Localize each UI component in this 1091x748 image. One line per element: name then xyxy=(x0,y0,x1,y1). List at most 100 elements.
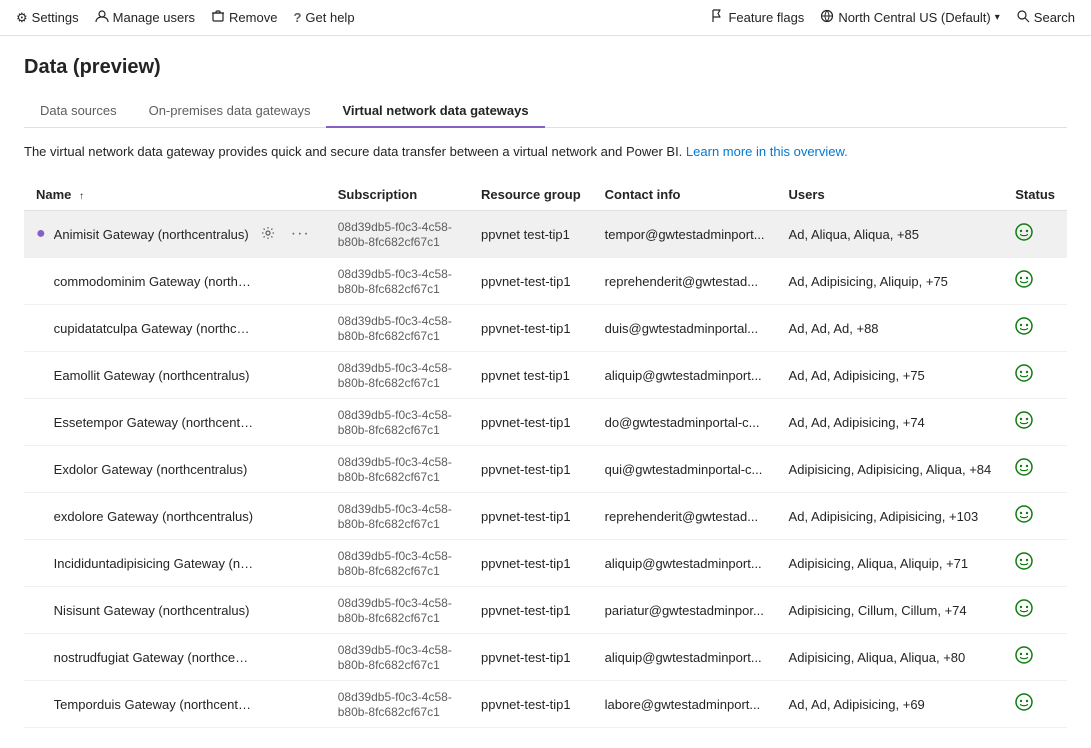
table-row[interactable]: ● exdolore Gateway (northcentralus) 08d3… xyxy=(24,493,1067,540)
resource-group-value: ppvnet test-tip1 xyxy=(481,227,570,242)
subscription-cell: 08d39db5-f0c3-4c58-b80b-8fc682cf67c1 xyxy=(326,258,469,305)
users-cell: Ad, Ad, Ad, +88 xyxy=(777,305,1004,352)
tab-vnet[interactable]: Virtual network data gateways xyxy=(326,95,544,128)
status-cell xyxy=(1003,587,1067,634)
contact-info-cell: labore@gwtestadminport... xyxy=(593,681,777,728)
table-body: ● Animisit Gateway (northcentralus) ··· … xyxy=(24,211,1067,728)
contact-info-value: pariatur@gwtestadminpor... xyxy=(605,603,764,618)
contact-info-cell: aliquip@gwtestadminport... xyxy=(593,634,777,681)
subscription-value: 08d39db5-f0c3-4c58-b80b-8fc682cf67c1 xyxy=(338,361,452,390)
header-row: Name ↑ Subscription Resource group Conta… xyxy=(24,179,1067,211)
table-row[interactable]: ● nostrudfugiat Gateway (northcentralus)… xyxy=(24,634,1067,681)
users-cell: Adipisicing, Aliqua, Aliqua, +80 xyxy=(777,634,1004,681)
table-row[interactable]: ● cupidatatculpa Gateway (northcentralus… xyxy=(24,305,1067,352)
name-cell: ● Nisisunt Gateway (northcentralus) xyxy=(24,587,326,634)
table-row[interactable]: ● Temporduis Gateway (northcentralus) 08… xyxy=(24,681,1067,728)
resource-group-cell: ppvnet-test-tip1 xyxy=(469,446,593,493)
get-help-label: Get help xyxy=(305,10,354,25)
name-cell: ● nostrudfugiat Gateway (northcentralus) xyxy=(24,634,326,681)
resource-group-value: ppvnet-test-tip1 xyxy=(481,697,571,712)
settings-menu-item[interactable]: ⚙ Settings xyxy=(16,10,79,26)
subscription-value: 08d39db5-f0c3-4c58-b80b-8fc682cf67c1 xyxy=(338,690,452,719)
status-icon xyxy=(1015,510,1033,527)
contact-info-cell: tempor@gwtestadminport... xyxy=(593,211,777,258)
users-value: Ad, Aliqua, Aliqua, +85 xyxy=(789,227,919,242)
subscription-cell: 08d39db5-f0c3-4c58-b80b-8fc682cf67c1 xyxy=(326,587,469,634)
table-row[interactable]: ● Nisisunt Gateway (northcentralus) 08d3… xyxy=(24,587,1067,634)
table-row[interactable]: ● Essetempor Gateway (northcentralus) 08… xyxy=(24,399,1067,446)
subscription-value: 08d39db5-f0c3-4c58-b80b-8fc682cf67c1 xyxy=(338,596,452,625)
users-value: Adipisicing, Adipisicing, Aliqua, +84 xyxy=(789,462,992,477)
col-name-header[interactable]: Name ↑ xyxy=(24,179,326,211)
table-row[interactable]: ● Eamollit Gateway (northcentralus) 08d3… xyxy=(24,352,1067,399)
region-item[interactable]: North Central US (Default) ▾ xyxy=(820,9,999,26)
contact-info-value: aliquip@gwtestadminport... xyxy=(605,650,762,665)
subscription-cell: 08d39db5-f0c3-4c58-b80b-8fc682cf67c1 xyxy=(326,634,469,681)
subscription-value: 08d39db5-f0c3-4c58-b80b-8fc682cf67c1 xyxy=(338,455,452,484)
unselected-gateway-icon: ● xyxy=(36,460,46,478)
unselected-gateway-icon: ● xyxy=(36,554,46,572)
resource-group-value: ppvnet-test-tip1 xyxy=(481,321,571,336)
search-item[interactable]: Search xyxy=(1016,9,1075,26)
tab-on-premises[interactable]: On-premises data gateways xyxy=(133,95,327,128)
get-help-icon: ? xyxy=(293,10,301,25)
gateways-table: Name ↑ Subscription Resource group Conta… xyxy=(24,179,1067,728)
name-cell: ● Temporduis Gateway (northcentralus) xyxy=(24,681,326,728)
users-cell: Adipisicing, Cillum, Cillum, +74 xyxy=(777,587,1004,634)
manage-users-menu-item[interactable]: Manage users xyxy=(95,9,195,26)
contact-info-value: labore@gwtestadminport... xyxy=(605,697,761,712)
selected-gateway-icon: ● xyxy=(36,225,46,243)
resource-group-value: ppvnet-test-tip1 xyxy=(481,650,571,665)
status-icon xyxy=(1015,604,1033,621)
contact-info-value: qui@gwtestadminportal-c... xyxy=(605,462,763,477)
tab-data-sources[interactable]: Data sources xyxy=(24,95,133,128)
status-cell xyxy=(1003,399,1067,446)
resource-group-cell: ppvnet-test-tip1 xyxy=(469,258,593,305)
get-help-menu-item[interactable]: ? Get help xyxy=(293,10,354,25)
unselected-gateway-icon: ● xyxy=(36,366,46,384)
name-cell: ● cupidatatculpa Gateway (northcentralus… xyxy=(24,305,326,352)
contact-info-value: do@gwtestadminportal-c... xyxy=(605,415,760,430)
contact-info-cell: reprehenderit@gwtestad... xyxy=(593,493,777,540)
region-label: North Central US (Default) xyxy=(838,10,990,25)
gateway-name: commodominim Gateway (northcentra... xyxy=(54,274,254,289)
unselected-gateway-icon: ● xyxy=(36,695,46,713)
name-cell: ● exdolore Gateway (northcentralus) xyxy=(24,493,326,540)
name-cell: ● Eamollit Gateway (northcentralus) xyxy=(24,352,326,399)
info-text-content: The virtual network data gateway provide… xyxy=(24,144,682,159)
users-value: Ad, Ad, Adipisicing, +75 xyxy=(789,368,925,383)
contact-info-value: duis@gwtestadminportal... xyxy=(605,321,758,336)
info-text-link[interactable]: Learn more in this overview. xyxy=(686,144,848,159)
settings-icon: ⚙ xyxy=(16,10,28,26)
gateway-name: nostrudfugiat Gateway (northcentralus) xyxy=(54,650,254,665)
resource-group-cell: ppvnet-test-tip1 xyxy=(469,634,593,681)
unselected-gateway-icon: ● xyxy=(36,272,46,290)
resource-group-value: ppvnet-test-tip1 xyxy=(481,556,571,571)
resource-group-value: ppvnet-test-tip1 xyxy=(481,603,571,618)
top-bar-left: ⚙ Settings Manage users Remove ? Get hel… xyxy=(16,9,355,26)
row-more-button[interactable]: ··· xyxy=(287,224,314,244)
search-label: Search xyxy=(1034,10,1075,25)
name-cell: ● commodominim Gateway (northcentra... xyxy=(24,258,326,305)
row-settings-button[interactable] xyxy=(257,224,279,245)
subscription-value: 08d39db5-f0c3-4c58-b80b-8fc682cf67c1 xyxy=(338,643,452,672)
status-cell xyxy=(1003,540,1067,587)
users-cell: Ad, Aliqua, Aliqua, +85 xyxy=(777,211,1004,258)
users-cell: Ad, Ad, Adipisicing, +69 xyxy=(777,681,1004,728)
feature-flags-item[interactable]: Feature flags xyxy=(710,9,804,26)
resource-group-cell: ppvnet-test-tip1 xyxy=(469,587,593,634)
table-row[interactable]: ● Exdolor Gateway (northcentralus) 08d39… xyxy=(24,446,1067,493)
status-cell xyxy=(1003,305,1067,352)
info-text: The virtual network data gateway provide… xyxy=(24,144,1067,159)
status-icon xyxy=(1015,275,1033,292)
region-chevron-icon: ▾ xyxy=(995,12,1000,23)
table-row[interactable]: ● commodominim Gateway (northcentra... 0… xyxy=(24,258,1067,305)
remove-menu-item[interactable]: Remove xyxy=(211,9,277,26)
table-row[interactable]: ● Incididuntadipisicing Gateway (northc.… xyxy=(24,540,1067,587)
table-row[interactable]: ● Animisit Gateway (northcentralus) ··· … xyxy=(24,211,1067,258)
users-value: Adipisicing, Aliqua, Aliquip, +71 xyxy=(789,556,969,571)
resource-group-cell: ppvnet-test-tip1 xyxy=(469,305,593,352)
gateway-name: Incididuntadipisicing Gateway (northc... xyxy=(54,556,254,571)
subscription-cell: 08d39db5-f0c3-4c58-b80b-8fc682cf67c1 xyxy=(326,446,469,493)
name-cell: ● Animisit Gateway (northcentralus) ··· xyxy=(24,211,326,258)
